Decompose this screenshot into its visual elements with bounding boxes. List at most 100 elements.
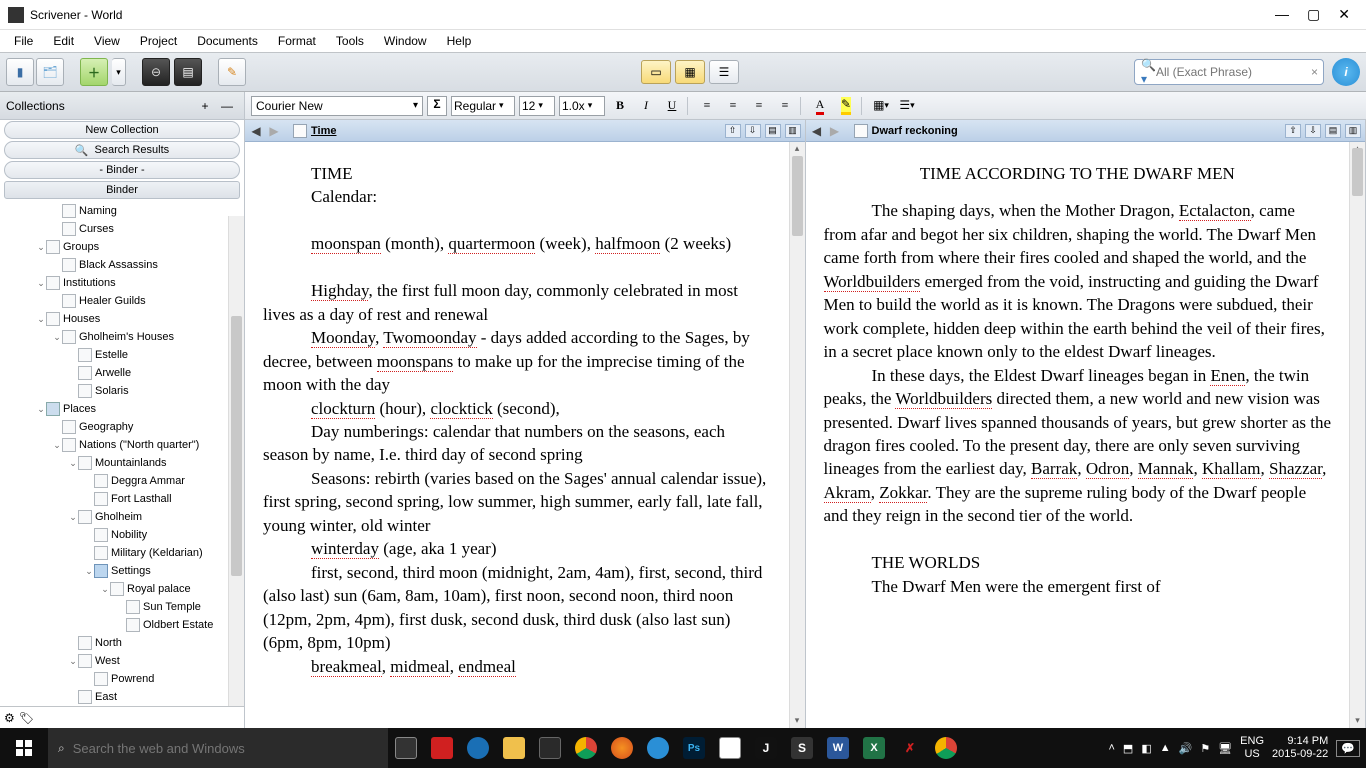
text-color-button[interactable]: A (809, 96, 831, 116)
split-h-button[interactable]: ▤ (765, 124, 781, 138)
trash-button[interactable]: ⊖ (142, 58, 170, 86)
menu-edit[interactable]: Edit (43, 32, 84, 50)
close-button[interactable]: ✕ (1338, 6, 1350, 23)
down-button[interactable]: ⇩ (1305, 124, 1321, 138)
binder-item[interactable]: ⌄Places (0, 400, 244, 418)
up-button[interactable]: ⇧ (1285, 124, 1301, 138)
binder-item[interactable]: ⌄West (0, 652, 244, 670)
tray-chevron-icon[interactable]: ˄ (1108, 742, 1114, 754)
binder-item[interactable]: Curses (0, 220, 244, 238)
notifications-icon[interactable]: 💬 (1336, 740, 1360, 757)
line-spacing-select[interactable]: 1.0x▾ (559, 96, 605, 116)
clear-search-icon[interactable]: × (1311, 65, 1318, 79)
menu-help[interactable]: Help (437, 32, 482, 50)
tray-icon[interactable]: 🖥 (1218, 742, 1232, 755)
align-justify-button[interactable]: ≡ (774, 96, 796, 116)
view-outline[interactable]: ☰ (709, 60, 739, 84)
binder-item[interactable]: ⌄Settings (0, 562, 244, 580)
list-button[interactable]: ☰▾ (896, 96, 918, 116)
app-j[interactable]: J (750, 732, 782, 764)
add-dropdown[interactable]: ▾ (112, 58, 126, 86)
binder-item[interactable]: Sun Temple (0, 598, 244, 616)
app-store[interactable] (426, 732, 458, 764)
font-size-select[interactable]: 12▾ (519, 96, 555, 116)
binder-item[interactable]: Oldbert Estate (0, 616, 244, 634)
binder-item[interactable]: East (0, 688, 244, 706)
binder-item[interactable]: Military (Keldarian) (0, 544, 244, 562)
right-doc-title[interactable]: Dwarf reckoning (872, 125, 958, 137)
align-center-button[interactable]: ≡ (722, 96, 744, 116)
table-button[interactable]: ▦▾ (870, 96, 892, 116)
new-collection-tab[interactable]: New Collection (4, 121, 240, 139)
app-chrome2[interactable] (930, 732, 962, 764)
compose-button[interactable]: ✎ (218, 58, 246, 86)
app-edge[interactable] (462, 732, 494, 764)
menu-window[interactable]: Window (374, 32, 437, 50)
binder-item[interactable]: Deggra Ammar (0, 472, 244, 490)
menu-file[interactable]: File (4, 32, 43, 50)
tray-icon[interactable]: ⚑ (1200, 742, 1210, 755)
app-excel[interactable]: X (858, 732, 890, 764)
binder-item[interactable]: Naming (0, 202, 244, 220)
styles-button[interactable]: Σ (427, 96, 447, 116)
left-scrollbar[interactable]: ▴▾ (789, 142, 805, 728)
maximize-button[interactable]: ▢ (1307, 6, 1320, 23)
binder-tree[interactable]: NamingCurses⌄GroupsBlack Assassins⌄Insti… (0, 200, 244, 706)
taskbar-search-input[interactable] (73, 741, 378, 756)
bold-button[interactable]: B (609, 96, 631, 116)
binder-item[interactable]: ⌄Gholheim's Houses (0, 328, 244, 346)
task-view-button[interactable] (390, 732, 422, 764)
font-weight-select[interactable]: Regular▾ (451, 96, 515, 116)
view-cork[interactable]: ▦ (675, 60, 705, 84)
tray-icon[interactable]: ◧ (1141, 742, 1151, 755)
split-h-button[interactable]: ▤ (1325, 124, 1341, 138)
menu-view[interactable]: View (84, 32, 130, 50)
tray-network-icon[interactable]: ▲ (1160, 742, 1171, 754)
binder-item[interactable]: Nobility (0, 526, 244, 544)
view-single[interactable]: ▭ (641, 60, 671, 84)
remove-collection-button[interactable]: — (216, 99, 238, 113)
binder-item[interactable]: North (0, 634, 244, 652)
app-word[interactable]: W (822, 732, 854, 764)
align-left-button[interactable]: ≡ (696, 96, 718, 116)
minimize-button[interactable]: — (1275, 6, 1289, 23)
nav-back[interactable]: ◀ (810, 124, 824, 138)
app-explorer[interactable] (498, 732, 530, 764)
left-doc-body[interactable]: ▴▾ TIME Calendar: moonspan (month), quar… (245, 142, 805, 728)
menu-format[interactable]: Format (268, 32, 326, 50)
right-doc-body[interactable]: ▴▾ TIME ACCORDING TO THE DWARF MEN The s… (806, 142, 1366, 728)
binder-item[interactable]: Powrend (0, 670, 244, 688)
binder-item[interactable]: Geography (0, 418, 244, 436)
italic-button[interactable]: I (635, 96, 657, 116)
menu-project[interactable]: Project (130, 32, 187, 50)
app-winstore[interactable] (534, 732, 566, 764)
collections-toggle-button[interactable]: 🗂 (36, 58, 64, 86)
binder-item[interactable]: ⌄Groups (0, 238, 244, 256)
binder-item[interactable]: Estelle (0, 346, 244, 364)
app-notepad[interactable] (714, 732, 746, 764)
highlight-button[interactable]: ✎ (835, 96, 857, 116)
binder-item[interactable]: ⌄Nations ("North quarter") (0, 436, 244, 454)
app-chrome[interactable] (570, 732, 602, 764)
menu-tools[interactable]: Tools (326, 32, 374, 50)
search-results-tab[interactable]: 🔍 Search Results (4, 141, 240, 159)
search-input[interactable] (1156, 65, 1311, 79)
split-v-button[interactable]: ▥ (1345, 124, 1361, 138)
app-scrivener[interactable]: S (786, 732, 818, 764)
app-x[interactable]: ✗ (894, 732, 926, 764)
binder-item[interactable]: Fort Lasthall (0, 490, 244, 508)
binder-item[interactable]: ⌄Houses (0, 310, 244, 328)
tray-volume-icon[interactable]: 🔊 (1179, 742, 1193, 755)
gear-icon[interactable]: ⚙ (4, 711, 15, 725)
corkboard-button[interactable]: ▤ (174, 58, 202, 86)
right-scrollbar[interactable]: ▴▾ (1349, 142, 1365, 728)
tag-icon[interactable]: 🏷 (19, 711, 34, 725)
app-ie[interactable] (642, 732, 674, 764)
taskbar-search[interactable]: ⌕ (48, 728, 388, 768)
nav-back[interactable]: ◀ (249, 124, 263, 138)
info-button[interactable]: i (1332, 58, 1360, 86)
app-photoshop[interactable]: Ps (678, 732, 710, 764)
down-button[interactable]: ⇩ (745, 124, 761, 138)
tray-icon[interactable]: ⬒ (1123, 742, 1133, 755)
app-firefox[interactable] (606, 732, 638, 764)
